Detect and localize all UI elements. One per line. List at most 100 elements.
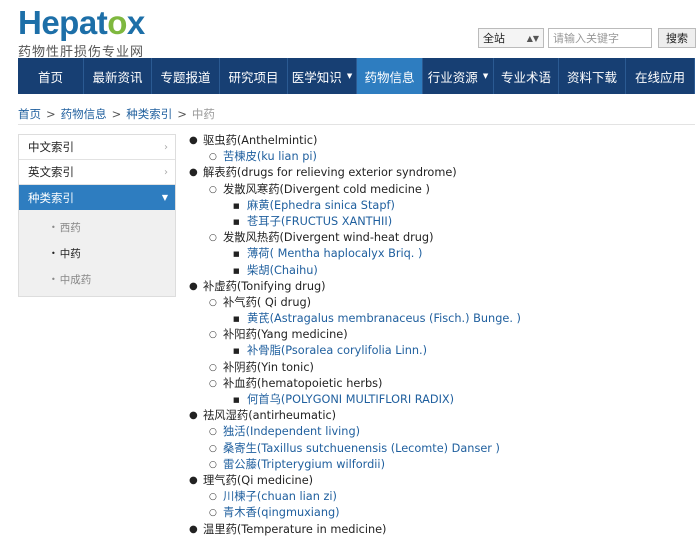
bullet-icon: ○ <box>209 330 217 341</box>
drug-link[interactable]: 青木香(qingmuxiang) <box>223 505 340 521</box>
nav-item-label: 专业术语 <box>500 69 551 85</box>
search-bar: 全站 ▲▼ 请输入关键字 搜索 <box>478 28 696 48</box>
sidebar-submenu: • 西药 • 中药 • 中成药 <box>19 210 175 296</box>
tree-item[interactable]: ■ 补骨脂(Psoralea corylifolia Linn.) <box>189 343 521 359</box>
caret-down-icon: ▼ <box>161 193 168 202</box>
submenu-item-tcm[interactable]: • 中药 <box>19 240 175 266</box>
tree-item: ○ 补阳药(Yang medicine) <box>189 327 521 343</box>
divider <box>18 124 695 125</box>
nav-item[interactable]: 药物信息 <box>357 58 423 94</box>
category-label: 补阳药(Yang medicine) <box>223 328 348 342</box>
tree-item[interactable]: ■ 何首乌(POLYGONI MULTIFLORI RADIX) <box>189 392 521 408</box>
tree-item[interactable]: ■ 薄荷( Mentha haplocalyx Briq. ) <box>189 246 521 262</box>
bullet-icon: ■ <box>233 250 240 259</box>
tree-item[interactable]: ■ 黄芪(Astragalus membranaceus (Fisch.) Bun… <box>189 311 521 327</box>
submenu-item-western[interactable]: • 西药 <box>19 214 175 240</box>
breadcrumb-link[interactable]: 种类索引 <box>126 107 172 121</box>
tree-item[interactable]: ○ 青木香(qingmuxiang) <box>189 505 521 521</box>
category-label: 驱虫药(Anthelmintic) <box>203 134 318 147</box>
nav-item[interactable]: 首页 <box>18 58 84 94</box>
bullet-icon: ○ <box>209 492 217 503</box>
breadcrumb-link[interactable]: 首页 <box>18 107 41 121</box>
tree-item[interactable]: ■ 苍耳子(FRUCTUS XANTHII) <box>189 214 521 230</box>
drug-link[interactable]: 补骨脂(Psoralea corylifolia Linn.) <box>247 343 427 359</box>
nav-item-label: 在线应用 <box>634 69 685 85</box>
sidebar-item-english-index[interactable]: 英文索引 › <box>19 160 175 185</box>
tree-item[interactable]: ○ 独活(Independent living) <box>189 424 521 440</box>
main-nav: 首页 最新资讯 专题报道 研究项目 医学知识 ▼ 药物信息 行业资源 ▼ 专业术语 资料下载 在线应用 <box>18 58 695 94</box>
site-logo[interactable]: Hepatox 药物性肝损伤专业网 <box>18 4 145 61</box>
bullet-icon: ■ <box>233 217 240 226</box>
tree-item[interactable]: ○ 雷公藤(Tripterygium wilfordii) <box>189 457 521 473</box>
bullet-icon: ● <box>189 410 198 422</box>
nav-item[interactable]: 研究项目 <box>220 58 288 94</box>
tree-item: ● 解表药(drugs for relieving exterior syndro… <box>189 165 521 181</box>
drug-link[interactable]: 独活(Independent living) <box>223 424 360 440</box>
search-input[interactable]: 请输入关键字 <box>548 28 652 48</box>
category-label: 理气药(Qi medicine) <box>203 473 314 487</box>
drug-link[interactable]: 川楝子(chuan lian zi) <box>223 489 337 505</box>
bullet-icon: ■ <box>233 396 240 404</box>
tree-item: ● 驱虫药(Anthelmintic) <box>189 133 521 149</box>
tree-item: ○ 补血药(hematopoietic herbs) <box>189 376 521 392</box>
bullet-icon: • <box>51 222 56 232</box>
submenu-item-patent[interactable]: • 中成药 <box>19 266 175 292</box>
logo-wordmark: Hepatox <box>18 4 145 41</box>
sidebar-item-chinese-index[interactable]: 中文索引 › <box>19 135 175 160</box>
nav-item-label: 首页 <box>37 69 63 85</box>
breadcrumb-separator: > <box>46 107 56 121</box>
tree-item: ○ 补气药( Qi drug) <box>189 295 521 311</box>
drug-link[interactable]: 薄荷( Mentha haplocalyx Briq. ) <box>247 246 422 262</box>
bullet-icon: ○ <box>209 443 217 454</box>
tree-item[interactable]: ○ 苦楝皮(ku lian pi) <box>189 149 521 165</box>
bullet-icon: • <box>51 274 56 284</box>
bullet-icon: ○ <box>209 233 217 244</box>
nav-item[interactable]: 专业术语 <box>494 58 559 94</box>
breadcrumb-link[interactable]: 药物信息 <box>61 107 107 121</box>
search-scope-select[interactable]: 全站 ▲▼ <box>478 28 544 48</box>
bullet-icon: • <box>51 248 56 258</box>
drug-link[interactable]: 桑寄生(Taxillus sutchuenensis (Lecomte) Dan… <box>223 441 500 457</box>
category-label: 补虚药(Tonifying drug) <box>203 279 326 293</box>
nav-item-label: 专题报道 <box>160 69 211 85</box>
nav-item-label: 最新资讯 <box>92 69 143 85</box>
breadcrumb-separator: > <box>111 107 122 121</box>
tree-item[interactable]: ■ 麻黄(Ephedra sinica Stapf) <box>189 198 521 214</box>
nav-item[interactable]: 专题报道 <box>152 58 220 94</box>
bullet-icon: ○ <box>209 362 217 373</box>
category-label: 补阴药(Yin tonic) <box>223 360 314 374</box>
nav-item-label: 资料下载 <box>566 69 617 85</box>
breadcrumb-separator: > <box>177 107 187 121</box>
drug-link[interactable]: 苦楝皮(ku lian pi) <box>223 149 317 165</box>
category-label: 补气药( Qi drug) <box>223 295 312 309</box>
nav-item[interactable]: 行业资源 ▼ <box>423 58 494 94</box>
sidebar: 中文索引 › 英文索引 › 种类索引 ▼ • 西药 • 中药 • 中成药 <box>18 134 176 297</box>
bullet-icon: ■ <box>233 266 240 275</box>
sidebar-item-category-index[interactable]: 种类索引 ▼ <box>19 185 175 210</box>
drug-link[interactable]: 麻黄(Ephedra sinica Stapf) <box>247 198 395 214</box>
bullet-icon: ■ <box>233 315 240 324</box>
tree-item[interactable]: ○ 川楝子(chuan lian zi) <box>189 489 521 505</box>
category-label: 温里药(Temperature in medicine) <box>203 522 387 536</box>
drug-link[interactable]: 黄芪(Astragalus membranaceus (Fisch.) Bung… <box>247 311 521 327</box>
tree-item[interactable]: ○ 桑寄生(Taxillus sutchuenensis (Lecomte) Da… <box>189 441 521 457</box>
tree-item: ● 理气药(Qi medicine) <box>189 473 521 489</box>
tree-item: ● 温里药(Temperature in medicine) <box>189 522 521 538</box>
drug-link[interactable]: 苍耳子(FRUCTUS XANTHII) <box>247 214 392 230</box>
nav-item[interactable]: 资料下载 <box>559 58 626 94</box>
nav-item[interactable]: 在线应用 <box>626 58 695 94</box>
drug-link[interactable]: 何首乌(POLYGONI MULTIFLORI RADIX) <box>247 392 454 408</box>
nav-item[interactable]: 最新资讯 <box>84 58 152 94</box>
tree-item: ○ 发散风寒药(Divergent cold medicine ) <box>189 182 521 198</box>
breadcrumb: 首页 > 药物信息 > 种类索引 > 中药 <box>18 106 215 122</box>
tree-item: ○ 发散风热药(Divergent wind-heat drug) <box>189 230 521 246</box>
search-button[interactable]: 搜索 <box>658 28 696 48</box>
breadcrumb-current: 中药 <box>191 107 215 121</box>
bullet-icon: ● <box>189 167 198 179</box>
nav-item-label: 药物信息 <box>364 69 415 85</box>
nav-item[interactable]: 医学知识 ▼ <box>288 58 357 94</box>
drug-link[interactable]: 雷公藤(Tripterygium wilfordii) <box>223 457 385 473</box>
drug-link[interactable]: 柴胡(Chaihu) <box>247 263 318 279</box>
tree-item[interactable]: ■ 柴胡(Chaihu) <box>189 263 521 279</box>
bullet-icon: ■ <box>233 347 240 356</box>
